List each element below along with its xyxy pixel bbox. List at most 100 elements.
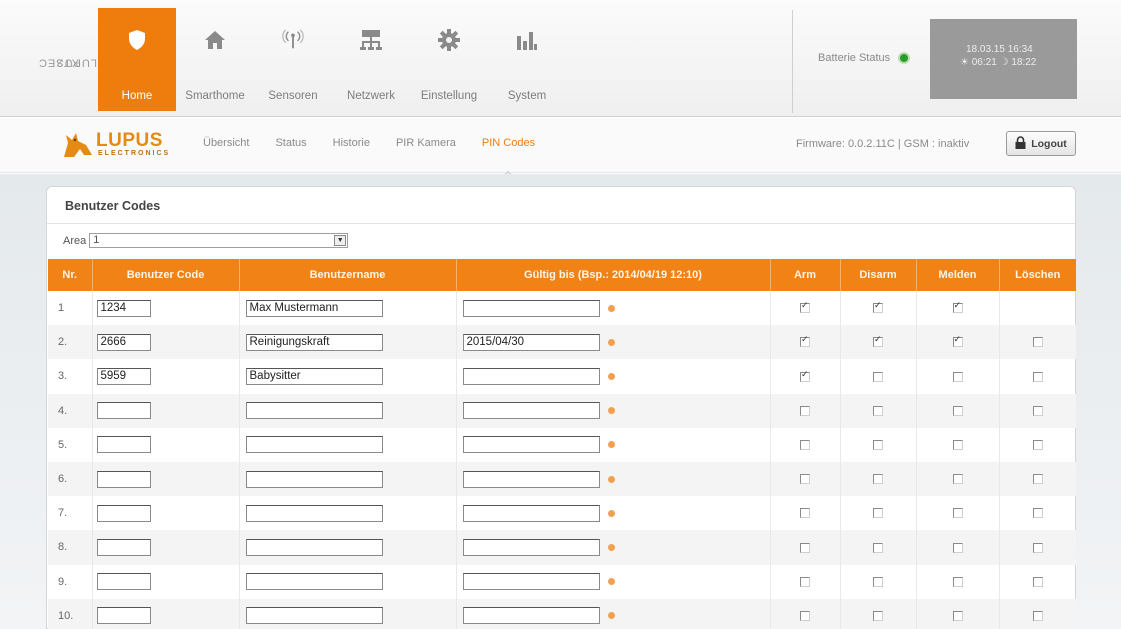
valid-until-input[interactable] bbox=[462, 299, 600, 317]
valid-until-input[interactable] bbox=[462, 470, 600, 488]
nav-system[interactable]: System bbox=[488, 8, 566, 111]
melden-checkbox[interactable] bbox=[952, 576, 963, 587]
disarm-checkbox[interactable] bbox=[873, 439, 883, 450]
user-name-input[interactable] bbox=[245, 402, 383, 420]
melden-cell bbox=[916, 325, 1000, 360]
table-row: 1 1234 Max Mustermann bbox=[48, 291, 1076, 326]
disarm-checkbox[interactable] bbox=[873, 508, 883, 519]
loeschen-checkbox[interactable] bbox=[1032, 542, 1043, 553]
user-name-input[interactable] bbox=[245, 538, 383, 556]
melden-checkbox[interactable] bbox=[952, 508, 963, 519]
melden-cell bbox=[916, 359, 1000, 394]
nav-smarthome[interactable]: Smarthome bbox=[176, 8, 254, 111]
valid-until-input[interactable] bbox=[462, 367, 600, 385]
user-code-input[interactable] bbox=[96, 402, 151, 420]
disarm-checkbox[interactable] bbox=[873, 610, 883, 621]
arm-checkbox[interactable] bbox=[800, 508, 810, 519]
user-name-input[interactable]: Reinigungskraft bbox=[245, 333, 383, 351]
calendar-picker-icon[interactable] bbox=[607, 509, 615, 517]
user-code-input[interactable]: 5959 bbox=[96, 367, 151, 385]
melden-checkbox[interactable] bbox=[952, 439, 963, 450]
valid-until-input[interactable] bbox=[462, 538, 600, 556]
area-select[interactable]: 1 ▼ bbox=[89, 233, 349, 248]
loeschen-checkbox[interactable] bbox=[1032, 474, 1043, 485]
arm-checkbox[interactable] bbox=[800, 576, 810, 587]
melden-checkbox[interactable] bbox=[952, 371, 963, 382]
arm-checkbox[interactable] bbox=[800, 474, 810, 485]
user-code-input[interactable] bbox=[96, 538, 151, 556]
nav-home[interactable]: Home bbox=[98, 8, 176, 111]
user-name-input[interactable]: Max Mustermann bbox=[245, 299, 383, 317]
arm-checkbox[interactable] bbox=[800, 542, 810, 553]
chevron-down-icon[interactable]: ▼ bbox=[334, 235, 347, 246]
disarm-checkbox[interactable] bbox=[873, 405, 883, 416]
arm-cell bbox=[770, 564, 841, 599]
calendar-picker-icon[interactable] bbox=[607, 475, 615, 483]
arm-checkbox[interactable] bbox=[800, 439, 810, 450]
arm-checkbox[interactable] bbox=[800, 335, 810, 348]
disarm-checkbox[interactable] bbox=[873, 335, 883, 348]
calendar-picker-icon[interactable] bbox=[607, 441, 615, 449]
loeschen-checkbox[interactable] bbox=[1032, 371, 1043, 382]
valid-until-input[interactable] bbox=[462, 436, 600, 454]
disarm-checkbox[interactable] bbox=[873, 576, 883, 587]
melden-checkbox[interactable] bbox=[952, 335, 963, 348]
loeschen-checkbox[interactable] bbox=[1032, 439, 1043, 450]
nav-einstellung[interactable]: Einstellung bbox=[410, 8, 488, 111]
calendar-picker-icon[interactable] bbox=[607, 407, 615, 415]
user-name-input[interactable]: Babysitter bbox=[245, 367, 383, 385]
user-name-input[interactable] bbox=[245, 504, 383, 522]
user-name-input[interactable] bbox=[245, 470, 383, 488]
valid-until-input[interactable] bbox=[462, 402, 600, 420]
melden-checkbox[interactable] bbox=[952, 474, 963, 485]
melden-checkbox[interactable] bbox=[952, 301, 963, 314]
subnav-status[interactable]: Status bbox=[275, 137, 306, 149]
row-number: 2. bbox=[48, 325, 93, 360]
melden-checkbox[interactable] bbox=[952, 610, 963, 621]
subnav-pir-kamera[interactable]: PIR Kamera bbox=[396, 137, 456, 149]
disarm-checkbox[interactable] bbox=[873, 371, 883, 382]
valid-until-input[interactable]: 2015/04/30 bbox=[462, 333, 600, 351]
loeschen-checkbox[interactable] bbox=[1032, 610, 1043, 621]
logout-button[interactable]: Logout bbox=[1006, 131, 1076, 156]
arm-checkbox[interactable] bbox=[800, 610, 810, 621]
loeschen-checkbox[interactable] bbox=[1032, 576, 1043, 587]
loeschen-checkbox[interactable] bbox=[1032, 337, 1043, 348]
valid-until-input[interactable] bbox=[462, 504, 600, 522]
disarm-checkbox[interactable] bbox=[873, 301, 883, 314]
user-name-input[interactable] bbox=[245, 573, 383, 591]
user-code-input[interactable] bbox=[96, 470, 151, 488]
calendar-picker-icon[interactable] bbox=[607, 543, 615, 551]
melden-checkbox[interactable] bbox=[952, 405, 963, 416]
nav-sensoren[interactable]: Sensoren bbox=[254, 8, 332, 111]
calendar-picker-icon[interactable] bbox=[607, 578, 615, 586]
calendar-picker-icon[interactable] bbox=[607, 612, 615, 620]
user-name-input[interactable] bbox=[245, 436, 383, 454]
user-name-input[interactable] bbox=[245, 607, 383, 625]
melden-checkbox[interactable] bbox=[952, 542, 963, 553]
subnav-uebersicht[interactable]: Übersicht bbox=[203, 137, 249, 149]
user-code-input[interactable] bbox=[96, 573, 151, 591]
arm-checkbox[interactable] bbox=[800, 370, 810, 382]
valid-until-input[interactable] bbox=[462, 607, 600, 625]
valid-until-input[interactable] bbox=[462, 573, 600, 591]
user-code-input[interactable] bbox=[96, 607, 151, 625]
user-code-input[interactable] bbox=[96, 504, 151, 522]
arm-checkbox[interactable] bbox=[800, 301, 810, 314]
calendar-picker-icon[interactable] bbox=[607, 338, 615, 346]
user-code-input[interactable]: 2666 bbox=[96, 333, 151, 351]
disarm-checkbox[interactable] bbox=[873, 474, 883, 485]
loeschen-checkbox[interactable] bbox=[1032, 405, 1043, 416]
calendar-picker-icon[interactable] bbox=[607, 304, 615, 312]
calendar-picker-icon[interactable] bbox=[607, 372, 615, 380]
nav-netzwerk[interactable]: Netzwerk bbox=[332, 8, 410, 111]
loeschen-checkbox[interactable] bbox=[1032, 508, 1043, 519]
subnav-historie[interactable]: Historie bbox=[333, 137, 370, 149]
disarm-checkbox[interactable] bbox=[873, 542, 883, 553]
user-code-input[interactable] bbox=[96, 436, 151, 454]
user-code-input[interactable]: 1234 bbox=[96, 299, 151, 317]
arm-checkbox[interactable] bbox=[800, 405, 810, 416]
subnav-pin-codes[interactable]: PIN Codes bbox=[482, 137, 535, 149]
user-codes-panel: Benutzer Codes Area 1 ▼ Nr. Benutzer Cod… bbox=[46, 186, 1076, 629]
name-cell bbox=[239, 496, 457, 531]
